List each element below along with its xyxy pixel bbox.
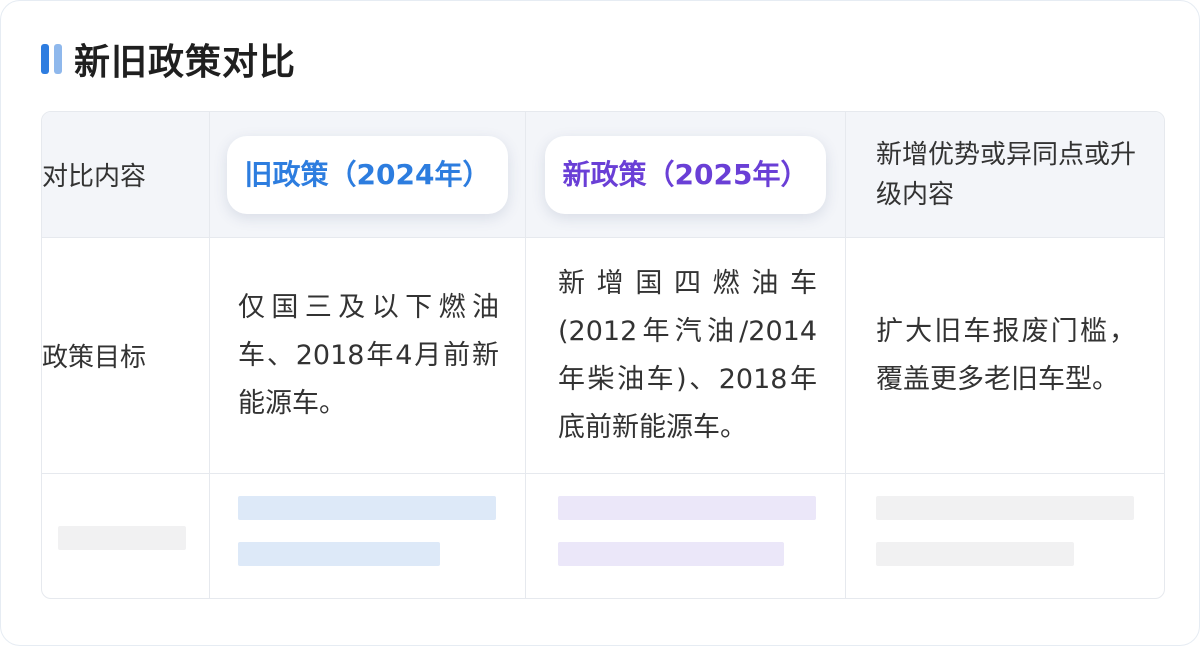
- placeholder-bar: [58, 526, 186, 550]
- placeholder-row: [42, 474, 1164, 598]
- title-bar-icon: [41, 44, 62, 74]
- new-policy-pill: 新政策（2025年）: [544, 135, 827, 214]
- old-policy-pill: 旧政策（2024年）: [226, 135, 509, 214]
- placeholder-bar: [876, 542, 1074, 566]
- placeholder-bar: [558, 496, 816, 520]
- placeholder-bar: [238, 496, 496, 520]
- cell-difference: 扩大旧车报废门槛，覆盖更多老旧车型。: [846, 238, 1164, 474]
- placeholder-bar: [876, 496, 1134, 520]
- placeholder-label-cell: [42, 474, 210, 598]
- header-old-policy: 旧政策（2024年）: [210, 112, 526, 238]
- placeholder-new-cell: [526, 474, 846, 598]
- table-header-row: 对比内容 旧政策（2024年） 新政策（2025年） 新增优势或异同点或升级内容: [42, 112, 1164, 238]
- placeholder-bar: [558, 542, 784, 566]
- cell-new-policy: 新增国四燃油车(2012年汽油/2014年柴油车)、2018年底前新能源车。: [526, 238, 846, 474]
- table-row: 政策目标 仅国三及以下燃油车、2018年4月前新能源车。 新增国四燃油车(201…: [42, 238, 1164, 474]
- header-compare-content: 对比内容: [42, 112, 210, 238]
- header-new-policy: 新政策（2025年）: [526, 112, 846, 238]
- cell-old-policy: 仅国三及以下燃油车、2018年4月前新能源车。: [210, 238, 526, 474]
- row-label-policy-goal: 政策目标: [42, 238, 210, 474]
- comparison-card: 新旧政策对比 对比内容 旧政策（2024年） 新政策（2025年） 新增优势或异…: [0, 0, 1200, 646]
- page-title: 新旧政策对比: [74, 42, 297, 83]
- placeholder-bar: [238, 542, 440, 566]
- comparison-table: 对比内容 旧政策（2024年） 新政策（2025年） 新增优势或异同点或升级内容…: [41, 111, 1165, 599]
- placeholder-old-cell: [210, 474, 526, 598]
- placeholder-diff-cell: [846, 474, 1164, 598]
- header-advantages: 新增优势或异同点或升级内容: [846, 112, 1164, 238]
- card-header: 新旧政策对比: [41, 37, 296, 83]
